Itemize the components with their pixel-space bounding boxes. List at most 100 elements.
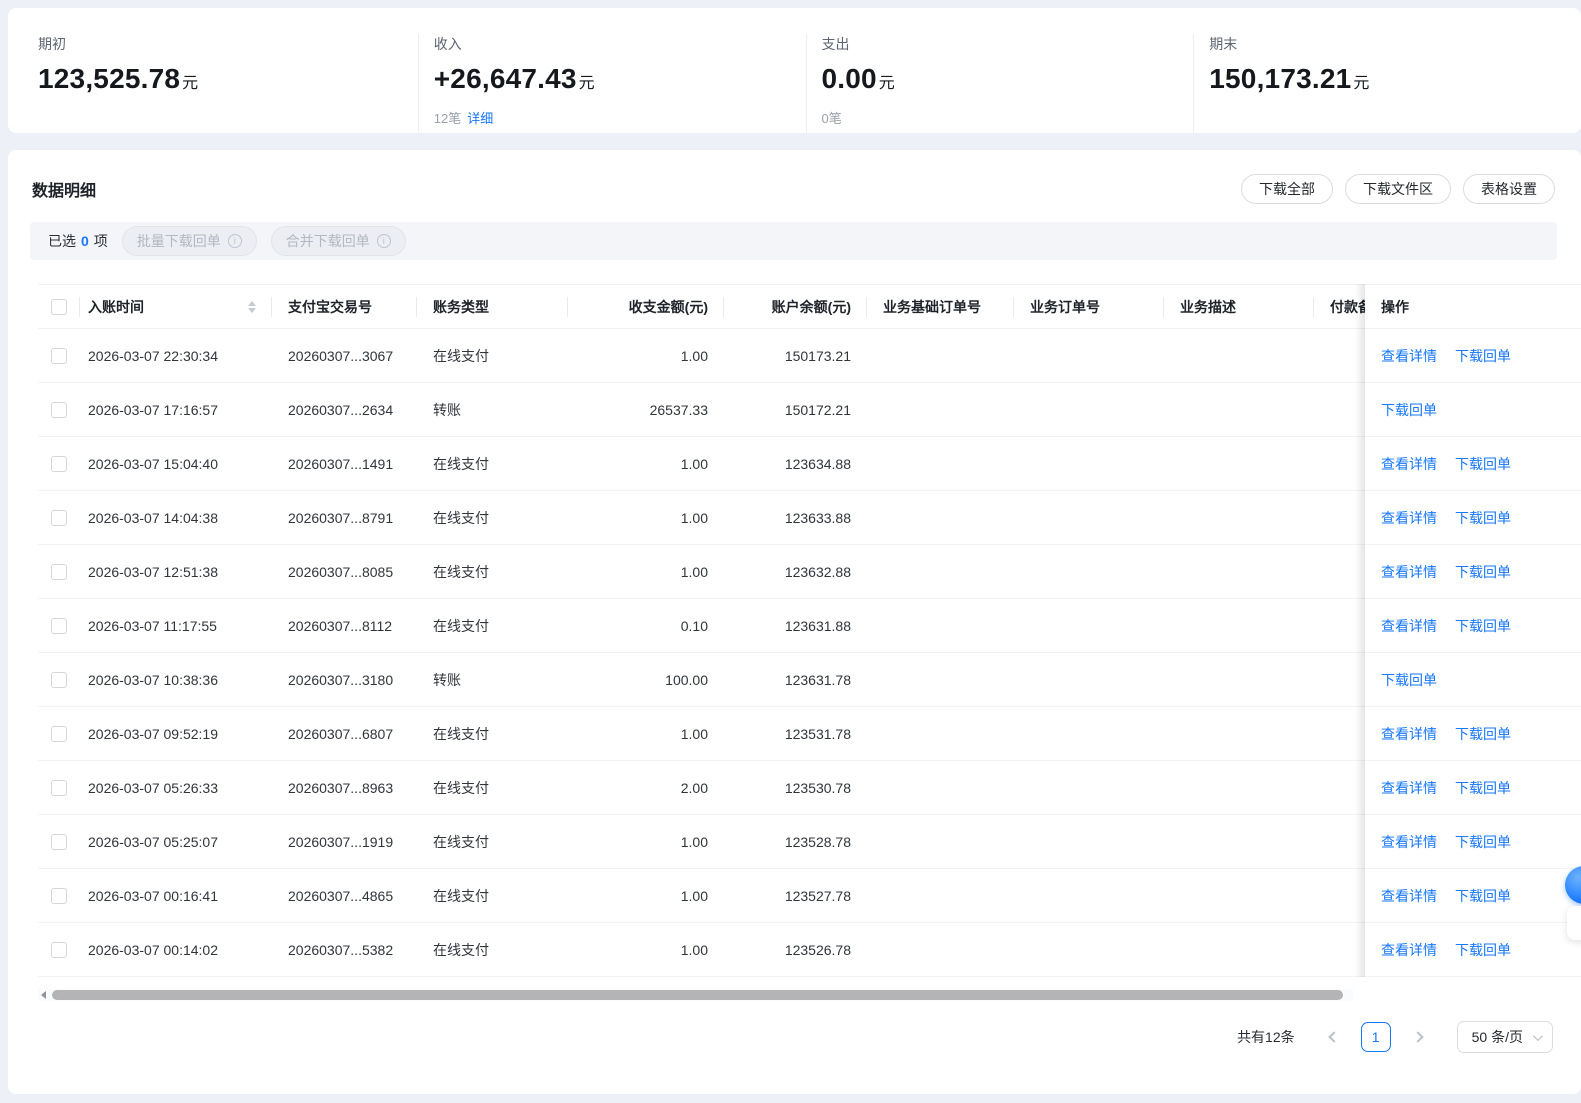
- column-label: 入账时间: [88, 298, 144, 315]
- row-checkbox[interactable]: [51, 672, 67, 689]
- download-receipt-link[interactable]: 下载回单: [1455, 834, 1511, 850]
- income-count: 12笔: [433, 111, 462, 126]
- cell-payment-remark: [1314, 706, 1365, 761]
- selected-prefix: 已选: [48, 233, 76, 249]
- row-checkbox[interactable]: [51, 942, 67, 959]
- cell-actions: 查看详情 下载回单: [1365, 868, 1581, 923]
- cell-balance: 123527.78: [724, 868, 867, 923]
- summary-label: 期初: [38, 36, 66, 52]
- cell-alipay-txn-id: 20260307...8112: [272, 598, 417, 653]
- cell-payment-remark: [1314, 922, 1365, 977]
- view-detail-link[interactable]: 查看详情: [1381, 510, 1437, 526]
- table-settings-button[interactable]: 表格设置: [1463, 174, 1555, 204]
- cell-alipay-txn-id: 20260307...2634: [272, 382, 417, 437]
- section-header: 数据明细 下载全部 下载文件区 表格设置: [8, 150, 1581, 204]
- cell-description: [1164, 490, 1314, 545]
- merge-download-receipt-button[interactable]: 合并下载回单: [270, 226, 406, 256]
- page-number-button[interactable]: 1: [1360, 1022, 1391, 1052]
- select-all-checkbox[interactable]: [51, 299, 67, 316]
- row-checkbox[interactable]: [51, 888, 67, 905]
- data-table-zone: 入账时间 支付宝交易号 账务类型 收支金额(元) 账户余额(元) 业务基础订单号 业务订单号…: [38, 284, 1581, 977]
- row-checkbox[interactable]: [51, 834, 67, 851]
- column-header-9: 付款备注: [1314, 284, 1365, 329]
- cell-account-type: 转账: [417, 382, 568, 437]
- view-detail-link[interactable]: 查看详情: [1381, 348, 1437, 364]
- cell-account-type: 在线支付: [417, 544, 568, 599]
- cell-entry-time: 2026-03-07 12:51:38: [80, 544, 272, 599]
- download-receipt-link[interactable]: 下载回单: [1455, 510, 1511, 526]
- cell-base-order-no: [867, 598, 1014, 653]
- download-receipt-link[interactable]: 下载回单: [1455, 888, 1511, 904]
- next-page-button[interactable]: [1405, 1024, 1431, 1050]
- cell-amount: 1.00: [568, 436, 724, 491]
- cell-entry-time: 2026-03-07 22:30:34: [80, 328, 272, 383]
- table-row: 2026-03-07 11:17:55 20260307...8112 在线支付…: [38, 598, 1581, 653]
- view-detail-link[interactable]: 查看详情: [1381, 888, 1437, 904]
- cell-amount: 1.00: [568, 868, 724, 923]
- summary-value: 0.00: [821, 63, 877, 94]
- download-receipt-link[interactable]: 下载回单: [1381, 402, 1437, 418]
- summary-value: 150,173.21: [1209, 63, 1352, 94]
- view-detail-link[interactable]: 查看详情: [1381, 834, 1437, 850]
- download-receipt-link[interactable]: 下载回单: [1455, 456, 1511, 472]
- row-checkbox[interactable]: [51, 564, 67, 581]
- cell-base-order-no: [867, 490, 1014, 545]
- row-checkbox[interactable]: [51, 618, 67, 635]
- cell-description: [1164, 328, 1314, 383]
- row-checkbox[interactable]: [51, 510, 67, 527]
- cell-amount: 100.00: [568, 652, 724, 707]
- cell-description: [1164, 382, 1314, 437]
- summary-label: 支出: [821, 36, 850, 52]
- cell-order-no: [1014, 652, 1164, 707]
- cell-amount: 0.10: [568, 598, 724, 653]
- view-detail-link[interactable]: 查看详情: [1381, 726, 1437, 742]
- scrollbar-left-arrow-icon[interactable]: [41, 991, 46, 999]
- total-count: 共有12条: [1237, 1029, 1295, 1045]
- download-all-button[interactable]: 下载全部: [1241, 174, 1333, 204]
- scrollbar-thumb[interactable]: [52, 990, 1343, 1000]
- cell-payment-remark: [1314, 598, 1365, 653]
- currency-unit: 元: [578, 75, 595, 92]
- view-detail-link[interactable]: 查看详情: [1381, 618, 1437, 634]
- table-row: 2026-03-07 10:38:36 20260307...3180 转账 1…: [38, 652, 1581, 707]
- row-checkbox[interactable]: [51, 726, 67, 743]
- view-detail-link[interactable]: 查看详情: [1381, 780, 1437, 796]
- download-receipt-link[interactable]: 下载回单: [1455, 942, 1511, 958]
- cell-amount: 1.00: [568, 706, 724, 761]
- download-file-area-button[interactable]: 下载文件区: [1345, 174, 1451, 204]
- page-title: 数据明细: [32, 183, 97, 200]
- cell-order-no: [1014, 328, 1164, 383]
- download-receipt-link[interactable]: 下载回单: [1381, 672, 1437, 688]
- download-receipt-link[interactable]: 下载回单: [1455, 780, 1511, 796]
- horizontal-scrollbar[interactable]: [38, 989, 1353, 1001]
- table-row: 2026-03-07 22:30:34 20260307...3067 在线支付…: [38, 328, 1581, 383]
- view-detail-link[interactable]: 查看详情: [1381, 456, 1437, 472]
- floating-assistant-panel[interactable]: [1567, 906, 1581, 940]
- summary-label: 收入: [433, 36, 462, 52]
- download-receipt-link[interactable]: 下载回单: [1455, 726, 1511, 742]
- summary-expense: 支出 0.00 元 0笔: [805, 34, 1194, 133]
- page-size-select[interactable]: 50 条/页: [1456, 1021, 1553, 1053]
- batch-download-receipt-button[interactable]: 批量下载回单: [121, 226, 257, 256]
- row-checkbox[interactable]: [51, 780, 67, 797]
- prev-page-button[interactable]: [1321, 1024, 1347, 1050]
- download-receipt-link[interactable]: 下载回单: [1455, 564, 1511, 580]
- cell-amount: 1.00: [568, 490, 724, 545]
- row-checkbox[interactable]: [51, 348, 67, 365]
- cell-base-order-no: [867, 436, 1014, 491]
- row-checkbox[interactable]: [51, 456, 67, 473]
- info-icon: [227, 234, 242, 248]
- income-detail-link[interactable]: 详细: [467, 111, 493, 126]
- cell-balance: 123530.78: [724, 760, 867, 815]
- cell-description: [1164, 760, 1314, 815]
- row-checkbox[interactable]: [51, 402, 67, 419]
- download-receipt-link[interactable]: 下载回单: [1455, 348, 1511, 364]
- view-detail-link[interactable]: 查看详情: [1381, 942, 1437, 958]
- select-all-cell: [38, 284, 80, 329]
- chevron-down-icon: [1532, 1030, 1543, 1041]
- cell-description: [1164, 544, 1314, 599]
- sort-icon[interactable]: [248, 300, 256, 313]
- view-detail-link[interactable]: 查看详情: [1381, 564, 1437, 580]
- download-receipt-link[interactable]: 下载回单: [1455, 618, 1511, 634]
- cell-entry-time: 2026-03-07 05:26:33: [80, 760, 272, 815]
